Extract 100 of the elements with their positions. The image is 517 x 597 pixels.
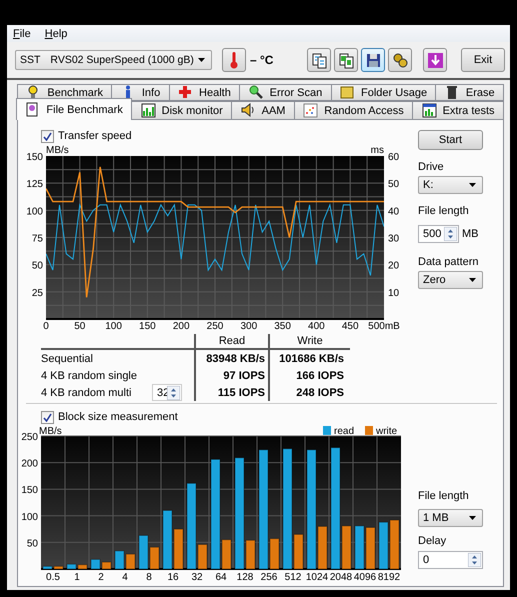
column-header: Write: [270, 334, 350, 350]
axis-label: 200: [21, 458, 38, 470]
axis-label: 10: [388, 288, 400, 299]
axis-label: 200: [172, 321, 190, 332]
tab[interactable]: Folder Usage: [330, 84, 436, 101]
tab[interactable]: Info: [111, 84, 170, 101]
temperature-button[interactable]: [222, 48, 246, 72]
tab[interactable]: Error Scan: [239, 84, 332, 101]
field-label: Drive: [418, 161, 445, 173]
bar: [390, 520, 400, 570]
axis-unit: MB/s: [46, 145, 69, 156]
axis-label: 75: [32, 234, 43, 244]
axis-label: 250: [206, 321, 224, 332]
field-label: File length: [418, 490, 470, 502]
file-length-field[interactable]: 500: [418, 225, 459, 243]
menu-item[interactable]: Help: [44, 28, 68, 40]
field-label: Delay: [418, 535, 448, 547]
tab[interactable]: Disk monitor: [131, 101, 232, 120]
spinner-icon[interactable]: [444, 227, 457, 241]
legend-item: write: [365, 426, 398, 437]
axis-label: 20: [388, 260, 400, 272]
axis-label: 128: [236, 572, 254, 583]
tab[interactable]: File Benchmark: [16, 98, 132, 120]
axis-label: 150: [139, 321, 156, 332]
drive-select[interactable]: SST RVS02 SuperSpeed (1000 gB): [15, 50, 212, 70]
legend-label: write: [375, 426, 398, 437]
caret-icon: [469, 278, 476, 282]
axis-label: 1024: [306, 572, 328, 583]
delay-field[interactable]: 0: [418, 551, 483, 569]
menu-item[interactable]: File: [13, 28, 31, 40]
bar: [126, 554, 136, 570]
table-cell-text: 248 IOPS: [295, 386, 345, 400]
tab[interactable]: Extra tests: [412, 101, 504, 120]
toolbar-button[interactable]: [388, 48, 412, 72]
axis-label: 500mB: [368, 321, 400, 332]
unit-label: MB: [462, 228, 478, 240]
table-cell-text: 101686 KB/s: [278, 352, 345, 366]
column-header: Read: [196, 334, 270, 350]
axis-label: 16: [167, 572, 179, 583]
spinner-icon[interactable]: [167, 386, 180, 400]
toolbar-button[interactable]: [334, 48, 358, 72]
thermometer-icon: [230, 51, 238, 69]
tab[interactable]: Random Access: [294, 101, 414, 120]
tab[interactable]: Health: [168, 84, 240, 101]
copy-icon: [338, 52, 354, 68]
copy-icon: [310, 52, 328, 68]
axis-label: 1: [74, 572, 80, 583]
bar: [114, 550, 124, 570]
checkbox-label: Transfer speed: [58, 130, 132, 142]
exit-button[interactable]: Exit: [461, 48, 505, 72]
table-cell: 97 IOPS: [196, 367, 270, 384]
axis-label: 32: [191, 572, 203, 583]
file-length-select[interactable]: 1 MB: [418, 509, 483, 527]
axis-label: 8192: [378, 572, 400, 583]
axis-label: 50: [26, 538, 38, 550]
table-cell: 83948 KB/s: [196, 350, 270, 367]
checkbox[interactable]: [41, 130, 54, 142]
axis-unit: MB/s: [39, 426, 62, 437]
axis-label: 64: [215, 572, 227, 583]
bar: [366, 527, 376, 570]
axis-label: 0: [43, 321, 49, 332]
document-icon: [25, 102, 40, 117]
axis-label: 250: [21, 432, 38, 443]
axis-label: 50: [32, 260, 43, 272]
magnifier-icon: [248, 85, 264, 100]
drive-letter-select[interactable]: K:: [418, 176, 483, 194]
caret-icon: [198, 58, 205, 62]
axis-label: 40: [388, 206, 400, 218]
tab[interactable]: AAM: [231, 101, 295, 120]
toolbar-button[interactable]: [307, 48, 331, 72]
data-pattern-select[interactable]: Zero: [418, 271, 483, 289]
toolbar-button[interactable]: [361, 48, 385, 72]
axis-label: 150: [21, 485, 38, 496]
axis-label: 100: [21, 512, 38, 523]
checkbox-label: Block size measurement: [58, 411, 178, 423]
axis-unit: ms: [370, 145, 384, 156]
axis-label: 450: [342, 321, 359, 332]
axis-label: 50: [388, 179, 400, 190]
axis-label: 8: [146, 572, 152, 583]
axis-label: 2: [98, 572, 104, 583]
row-label: Sequential: [41, 350, 196, 367]
axis-label: 125: [26, 179, 43, 190]
table-cell: 115 IOPS: [196, 384, 270, 401]
field-label: File length: [418, 205, 470, 217]
start-button[interactable]: Start: [418, 130, 483, 150]
axis-label: 0.5: [46, 572, 60, 583]
axis-label: 30: [388, 234, 400, 244]
axis-label: 300: [240, 321, 258, 332]
folder-icon: [340, 85, 356, 100]
spinner-icon[interactable]: [468, 553, 481, 567]
axis-label: 350: [274, 321, 291, 332]
axis-label: 100: [26, 206, 43, 218]
tab[interactable]: Erase: [435, 84, 504, 101]
axis-label: 2048: [330, 572, 352, 583]
checkbox[interactable]: [41, 410, 54, 424]
caret-icon: [469, 516, 476, 520]
table-cell-text: 166 IOPS: [295, 368, 345, 384]
bar: [354, 525, 364, 570]
caret-icon: [469, 183, 476, 187]
save-icon: [364, 52, 382, 68]
